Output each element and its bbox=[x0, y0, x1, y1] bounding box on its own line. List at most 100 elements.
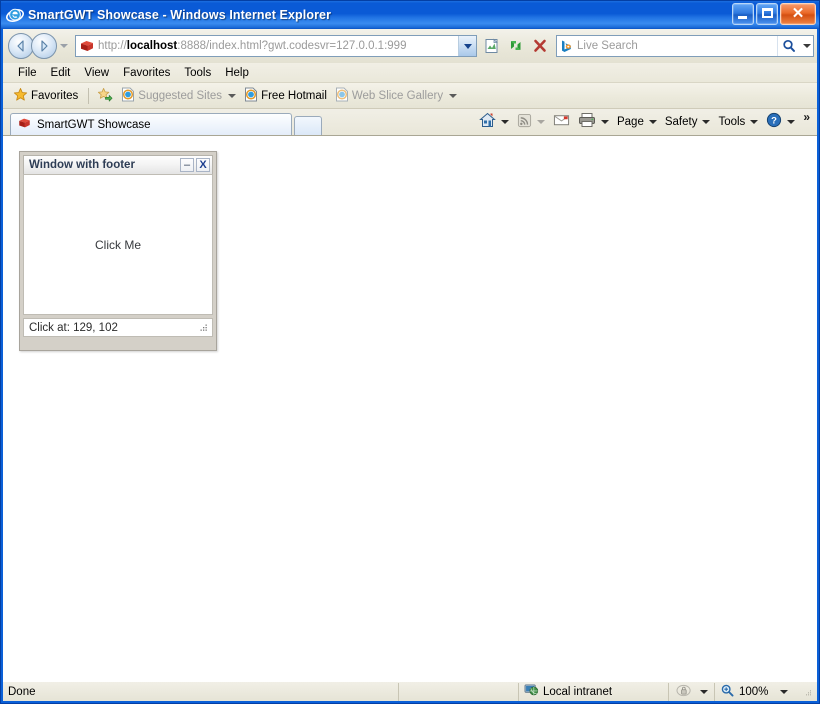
tab-smartgwt-showcase[interactable]: SmartGWT Showcase bbox=[10, 113, 292, 135]
maximize-icon bbox=[762, 8, 773, 18]
add-favorite-icon bbox=[97, 87, 113, 105]
address-text: http://localhost:8888/index.html?gwt.cod… bbox=[98, 40, 407, 52]
security-zone-label: Local intranet bbox=[543, 685, 613, 698]
smartgwt-window[interactable]: Window with footer – X Click Me Click at… bbox=[19, 151, 217, 351]
menu-item-help[interactable]: Help bbox=[218, 65, 256, 81]
local-intranet-icon bbox=[524, 683, 539, 700]
chevron-down-icon bbox=[648, 119, 657, 124]
chevron-down-icon bbox=[500, 119, 509, 124]
refresh-icon bbox=[511, 41, 521, 50]
smartgwt-red-box-icon bbox=[79, 38, 95, 54]
page-label: Page bbox=[616, 115, 644, 128]
smartgwt-close-button[interactable]: X bbox=[196, 158, 210, 172]
smartgwt-window-footer: Click at: 129, 102 bbox=[23, 318, 213, 337]
address-bar[interactable]: http://localhost:8888/index.html?gwt.cod… bbox=[75, 35, 477, 57]
minimize-button[interactable] bbox=[732, 3, 754, 25]
chevron-down-icon bbox=[536, 119, 545, 124]
home-button[interactable] bbox=[475, 110, 513, 133]
chevron-down-icon bbox=[780, 689, 789, 694]
favorites-center-button[interactable]: Favorites bbox=[10, 86, 83, 106]
suggested-sites-label: Suggested Sites bbox=[138, 89, 223, 102]
chevron-down-icon bbox=[463, 43, 472, 49]
smartgwt-minimize-button[interactable]: – bbox=[180, 158, 194, 172]
security-zone-indicator[interactable]: Local intranet bbox=[519, 682, 669, 701]
search-go-button[interactable] bbox=[777, 36, 800, 56]
search-options-button[interactable] bbox=[800, 36, 813, 56]
recent-pages-button[interactable] bbox=[57, 33, 71, 59]
menu-item-file[interactable]: File bbox=[11, 65, 44, 81]
command-bar-overflow-button[interactable]: » bbox=[799, 110, 813, 131]
window-titlebar[interactable]: SmartGWT Showcase - Windows Internet Exp… bbox=[1, 1, 819, 29]
tools-label: Tools bbox=[718, 115, 746, 128]
rss-icon bbox=[517, 113, 532, 131]
smartgwt-red-box-icon bbox=[17, 116, 32, 133]
stop-button[interactable] bbox=[529, 35, 551, 57]
zoom-level-indicator[interactable]: 100% bbox=[715, 683, 799, 701]
chevron-down-icon bbox=[787, 119, 796, 124]
chevron-down-icon bbox=[699, 689, 708, 694]
menu-item-edit[interactable]: Edit bbox=[44, 65, 78, 81]
chevron-down-icon bbox=[702, 119, 711, 124]
status-bar: Done Local intranet 100% bbox=[3, 681, 817, 701]
navigation-toolbar: http://localhost:8888/index.html?gwt.cod… bbox=[3, 29, 817, 63]
click-me-label: Click Me bbox=[94, 237, 141, 252]
internet-explorer-window: SmartGWT Showcase - Windows Internet Exp… bbox=[0, 0, 820, 704]
menu-item-tools[interactable]: Tools bbox=[177, 65, 218, 81]
free-hotmail-button[interactable]: Free Hotmail bbox=[241, 86, 332, 106]
zoom-icon bbox=[720, 683, 735, 701]
chevron-down-icon bbox=[600, 119, 609, 124]
search-box[interactable]: Live Search bbox=[556, 35, 814, 57]
window-title: SmartGWT Showcase - Windows Internet Exp… bbox=[28, 8, 332, 22]
refresh-button[interactable] bbox=[505, 35, 527, 57]
mail-icon bbox=[553, 113, 570, 130]
page-button[interactable]: Page bbox=[613, 114, 661, 130]
menu-item-favorites[interactable]: Favorites bbox=[116, 65, 177, 81]
window-resize-grip[interactable] bbox=[799, 683, 817, 701]
smartgwt-window-header[interactable]: Window with footer – X bbox=[23, 155, 213, 174]
status-progress-area bbox=[399, 682, 519, 701]
maximize-button[interactable] bbox=[756, 3, 778, 25]
new-tab-button[interactable] bbox=[294, 116, 322, 135]
command-bar: Page Safety Tools ? » bbox=[475, 110, 813, 133]
favorites-bar: Favorites Suggested Sites Free Hotmail W… bbox=[3, 83, 817, 109]
search-placeholder: Live Search bbox=[577, 40, 638, 52]
help-button[interactable]: ? bbox=[762, 110, 799, 133]
menu-item-view[interactable]: View bbox=[77, 65, 116, 81]
favorites-label: Favorites bbox=[31, 89, 79, 102]
internet-explorer-icon bbox=[6, 6, 24, 24]
back-arrow-icon bbox=[17, 40, 24, 52]
ie-page-icon bbox=[244, 87, 258, 105]
ie-page-icon bbox=[121, 87, 135, 105]
caption-buttons: ✕ bbox=[732, 3, 816, 25]
tools-button[interactable]: Tools bbox=[714, 114, 762, 130]
chevron-down-icon bbox=[60, 44, 68, 48]
read-mail-button[interactable] bbox=[549, 111, 574, 132]
compatibility-view-button[interactable] bbox=[481, 35, 503, 57]
web-slice-gallery-button[interactable]: Web Slice Gallery bbox=[332, 86, 462, 106]
status-text: Done bbox=[3, 682, 399, 701]
smartgwt-window-body[interactable]: Click Me bbox=[23, 174, 213, 315]
forward-button[interactable] bbox=[31, 33, 57, 59]
add-to-favorites-bar-button[interactable] bbox=[94, 86, 118, 106]
zoom-level-label: 100% bbox=[739, 685, 769, 698]
resize-grip-icon bbox=[806, 689, 811, 695]
protected-mode-indicator[interactable] bbox=[669, 682, 715, 701]
suggested-sites-button[interactable]: Suggested Sites bbox=[118, 86, 241, 106]
lock-icon bbox=[675, 683, 693, 701]
close-button[interactable]: ✕ bbox=[780, 3, 816, 25]
safety-button[interactable]: Safety bbox=[661, 114, 715, 130]
svg-text:?: ? bbox=[771, 116, 777, 127]
resize-grip-icon[interactable] bbox=[198, 323, 208, 333]
browser-chrome: http://localhost:8888/index.html?gwt.cod… bbox=[3, 29, 817, 701]
feeds-button[interactable] bbox=[513, 111, 549, 133]
close-icon: ✕ bbox=[791, 5, 805, 22]
toolbar-separator bbox=[88, 87, 90, 104]
chevron-down-icon bbox=[750, 119, 759, 124]
address-dropdown-button[interactable] bbox=[458, 36, 476, 56]
bing-b-icon bbox=[557, 38, 575, 54]
stop-icon bbox=[534, 39, 546, 52]
free-hotmail-label: Free Hotmail bbox=[261, 89, 327, 102]
help-icon: ? bbox=[766, 112, 782, 131]
print-button[interactable] bbox=[574, 110, 613, 133]
chevron-down-icon bbox=[449, 93, 458, 98]
